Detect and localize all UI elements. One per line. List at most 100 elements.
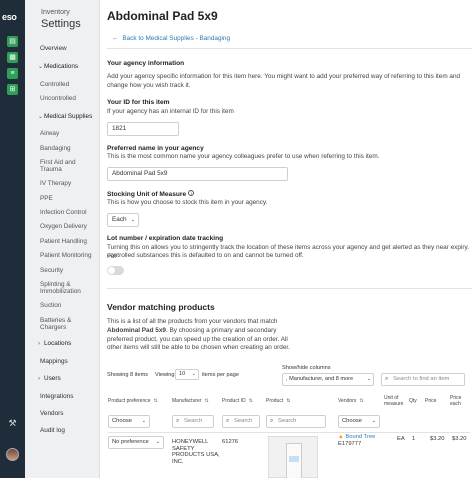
nav-item-suction[interactable]: Suction [40,302,61,309]
col-header-label: Product ID [222,398,246,404]
lot-tracking-label: Lot number / expiration date tracking [107,235,224,242]
stocking-unit-value: Each [112,216,127,223]
nav-item-first-aid[interactable]: First Aid and [40,159,76,166]
chevron-down-icon: ⌄ [130,217,135,223]
stocking-unit-select[interactable]: Each ⌄ [107,213,139,227]
main-content: Abdominal Pad 5x9 ← Back to Medical Suppl… [100,0,474,478]
nav-item-infection-control[interactable]: Infection Control [40,209,87,216]
nav-group-medications[interactable]: ⌄Medications [38,63,78,70]
back-link-label: Back to Medical Supplies - Bandaging [122,35,231,42]
vendors-filter-select[interactable]: Choose ⌄ [338,415,380,428]
search-icon: ⌕ [226,418,230,424]
col-header-label: Product preference [108,398,151,404]
filter-placeholder: Search [184,418,203,424]
col-header-manufacturer[interactable]: Manufacturer ⇅ [172,398,209,404]
nav-item-controlled[interactable]: Controlled [40,81,69,88]
agency-id-label: Your ID for this item [107,99,170,106]
search-icon: ⌕ [176,418,180,424]
nav-item-patient-handling[interactable]: Patient Handling [40,238,87,245]
nav-item-airway[interactable]: Airway [40,130,59,137]
lot-tracking-toggle[interactable] [107,266,124,275]
nav-item-ppe[interactable]: PPE [40,195,53,202]
nav-breadcrumb: Inventory [41,9,70,16]
row-unit: EA [397,436,405,442]
vendor-logo-mark: ▲ [338,434,344,440]
product-package [286,443,302,478]
arrow-left-icon: ← [112,35,119,42]
agency-desc-1: Add your agency specific information for… [107,73,461,80]
nav-item-overview[interactable]: Overview [40,45,67,52]
preferred-name-help: This is the most common name your agency… [107,153,380,160]
nav-item-bandaging[interactable]: Bandaging [40,145,71,152]
grid-icon[interactable]: ▦ [7,52,18,63]
col-header-preference[interactable]: Product preference ⇅ [108,398,158,404]
stocking-unit-label: Stocking Unit of Measure i [107,190,195,198]
avatar[interactable] [6,448,19,461]
col-header-product[interactable]: Product ⇅ [266,398,290,404]
agency-desc-2: change how you wish track it. [107,82,191,89]
nav-item-security[interactable]: Security [40,267,63,274]
col-header-price-each[interactable]: Price each [450,395,461,407]
col-header-label: Vendors [338,398,357,404]
sort-icon: ⇅ [359,398,364,404]
col-header-product-id[interactable]: Product ID ⇅ [222,398,253,404]
nav-item-first-aid-line2[interactable]: Trauma [40,166,62,173]
wrench-icon[interactable]: ⚒ [7,418,18,429]
nav-item-splinting-line2[interactable]: Immobilization [40,288,81,295]
stocking-unit-help: This is how you choose to stock this ite… [107,199,268,206]
row-manufacturer: HONEYWELL SAFETY PRODUCTS USA, INC. [172,439,220,465]
manufacturer-line: PRODUCTS USA, [172,452,220,459]
nav-item-batteries[interactable]: Batteries & [40,317,71,324]
list-icon[interactable]: ≡ [7,68,18,79]
vendor-desc-2: Abdominal Pad 5x9. By choosing a primary… [107,327,276,336]
nav-group-label: Medical Supplies [44,113,93,120]
nav-item-oxygen-delivery[interactable]: Oxygen Delivery [40,223,87,230]
col-header-unit[interactable]: Unit of measure [384,395,403,407]
col-header-vendors[interactable]: Vendors ⇅ [338,398,364,404]
vendor-desc-item-name: Abdominal Pad 5x9 [107,327,166,334]
search-icon: ⌕ [385,376,389,382]
info-icon[interactable]: i [188,190,195,196]
eso-logo: eso [2,12,17,22]
vendor-name: Bound Tree [345,434,376,440]
chevron-down-icon: ⌄ [155,439,160,445]
nav-group-locations[interactable]: › Locations [38,340,71,347]
clipboard-icon[interactable]: ▤ [7,36,18,47]
nav-group-users[interactable]: › Users [38,375,61,382]
row-product-id: 61276 [222,439,239,445]
manufacturer-line: INC. [172,458,184,465]
nav-item-mappings[interactable]: Mappings [40,358,68,365]
preferred-name-input[interactable]: Abdominal Pad 5x9 [107,167,288,181]
product-id-filter-input[interactable]: ⌕ Search [222,415,260,428]
nav-item-uncontrolled[interactable]: Uncontrolled [40,95,76,102]
preference-filter-select[interactable]: Choose ⌄ [108,415,150,428]
toggle-knob [108,267,115,274]
agency-id-input[interactable]: 1821 [107,122,179,136]
col-header-qty[interactable]: Qty [409,398,417,404]
col-header-price[interactable]: Price [425,398,436,404]
chevron-down-icon: ⌄ [141,418,146,424]
back-link[interactable]: ← Back to Medical Supplies - Bandaging [112,35,230,42]
nav-item-integrations[interactable]: Integrations [40,393,73,400]
show-hide-columns-select[interactable]: , Manufacturer, and 8 more ⌄ [282,373,374,386]
divider [107,288,472,289]
nav-item-vendors[interactable]: Vendors [40,410,63,417]
product-image[interactable] [268,436,318,478]
row-preference-select[interactable]: No preference ⌄ [108,436,164,449]
manufacturer-filter-input[interactable]: ⌕ Search [172,415,214,428]
nav-item-iv-therapy[interactable]: IV Therapy [40,180,71,187]
nav-item-audit-log[interactable]: Audit log [40,427,65,434]
nav-item-batteries-line2[interactable]: Chargers [40,324,66,331]
per-page-select[interactable]: 10 ⌄ [175,369,199,380]
row-vendor: ▲ Bound Tree E179777 [338,434,375,447]
chevron-down-icon: ⌄ [366,376,371,382]
product-filter-input[interactable]: ⌕ Search [266,415,326,428]
item-search-input[interactable]: ⌕ Search to find an item [381,373,465,386]
nav-item-patient-monitoring[interactable]: Patient Monitoring [40,252,92,259]
nav-group-medical-supplies[interactable]: ⌄Medical Supplies [38,113,92,120]
nav-item-splinting[interactable]: Splinting & [40,281,71,288]
chevron-down-icon: ⌄ [371,418,376,424]
agency-heading: Your agency information [107,60,185,67]
cart-icon[interactable]: ⊞ [7,84,18,95]
sort-icon: ⇅ [153,398,158,404]
